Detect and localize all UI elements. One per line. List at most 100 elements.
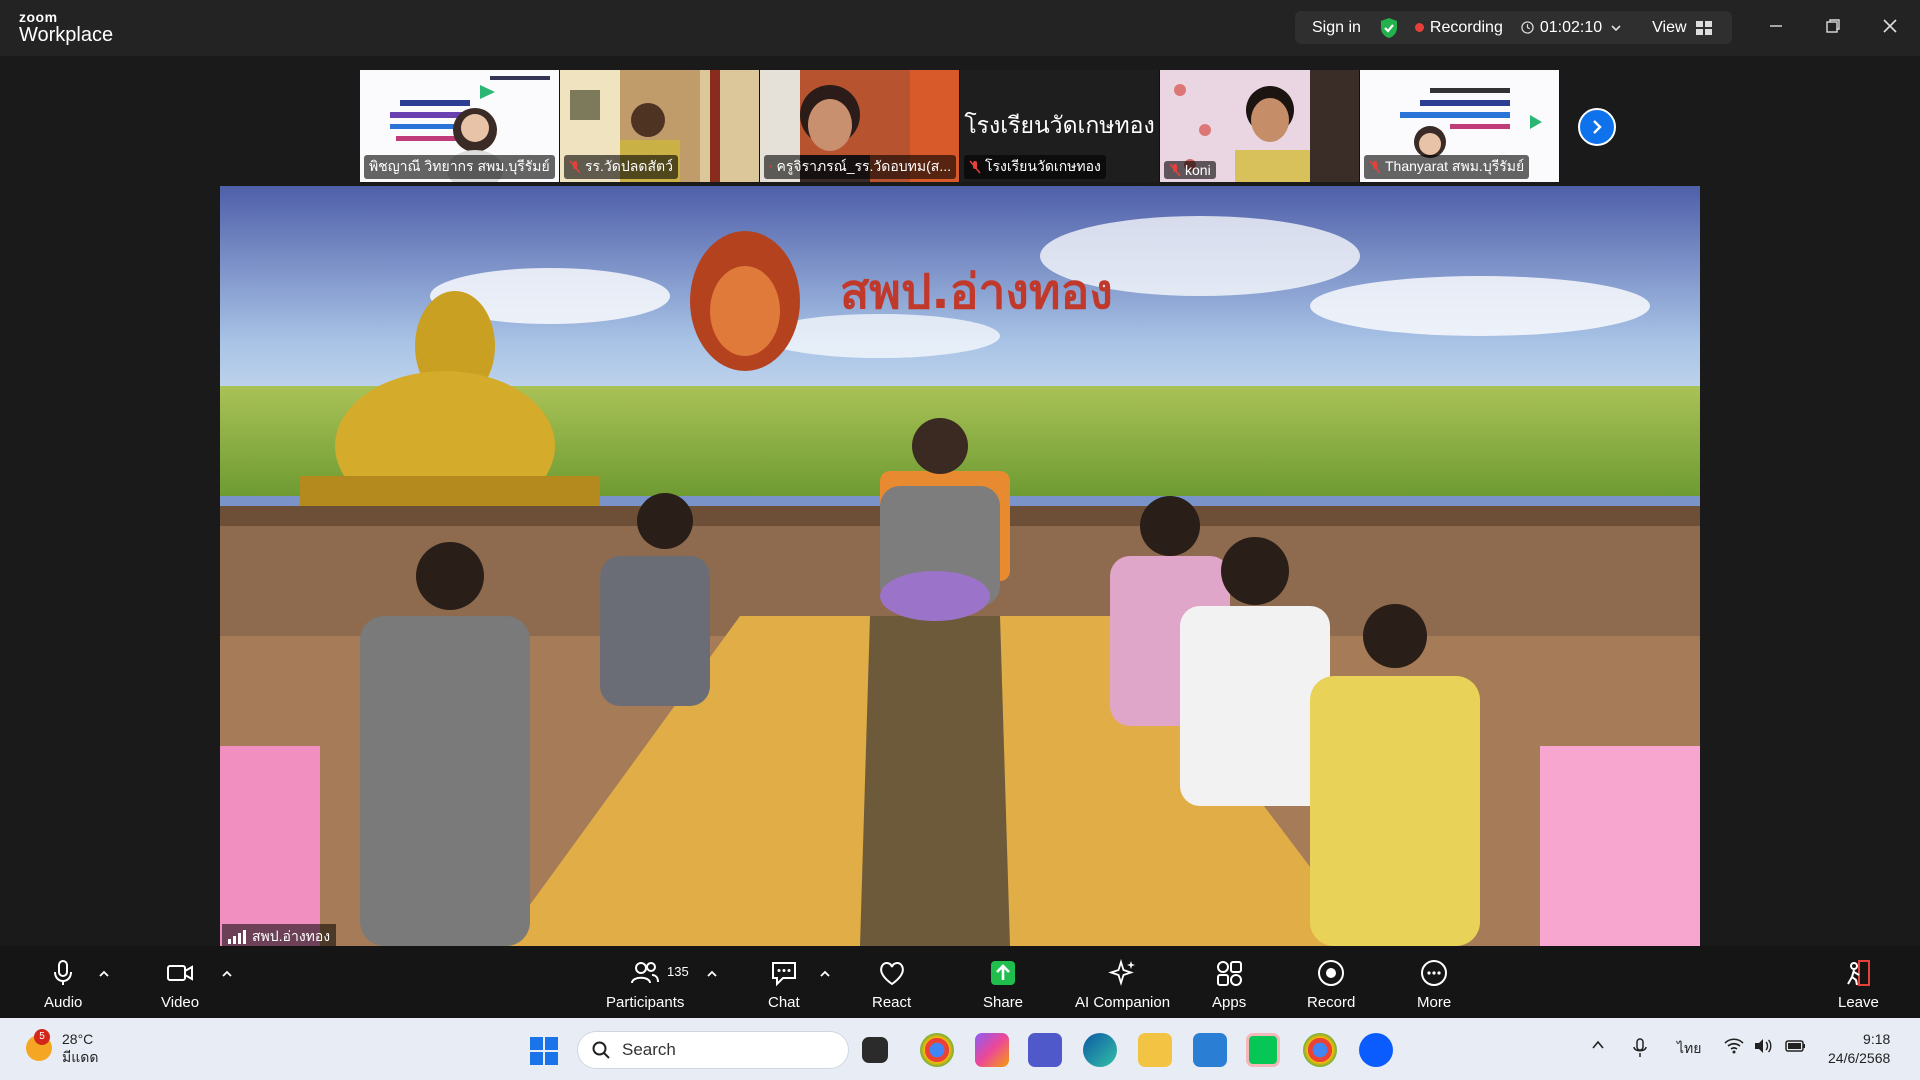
- weather-temp: 28°C: [62, 1031, 94, 1047]
- teams-icon[interactable]: [1028, 1033, 1062, 1067]
- participant-thumbnail[interactable]: koni: [1160, 70, 1360, 182]
- clock-time: 9:18: [1863, 1031, 1891, 1047]
- next-page-button[interactable]: [1578, 108, 1616, 146]
- language-indicator[interactable]: ไทย: [1677, 1038, 1701, 1060]
- participants-label: Participants: [606, 994, 685, 1011]
- participant-name: Thanyarat สพม.บุรีรัมย์: [1364, 155, 1530, 179]
- chrome-profile-icon[interactable]: [1303, 1033, 1337, 1067]
- apps-button[interactable]: Apps: [1212, 958, 1246, 1011]
- share-label: Share: [983, 994, 1024, 1011]
- participant-name-placeholder: โรงเรียนวัดเกษทอง: [964, 113, 1155, 139]
- close-button[interactable]: [1878, 14, 1902, 38]
- heart-icon: [879, 962, 904, 986]
- edge-icon[interactable]: [1083, 1033, 1117, 1067]
- apps-icon: [1217, 961, 1243, 986]
- chevron-right-icon: [1593, 120, 1602, 134]
- ai-companion-button[interactable]: AI Companion: [1075, 958, 1170, 1011]
- react-button[interactable]: React: [872, 958, 911, 1011]
- ai-companion-label: AI Companion: [1075, 994, 1171, 1011]
- video-button[interactable]: Video: [161, 958, 199, 1011]
- weather-badge: 5: [34, 1029, 50, 1045]
- zoom-app-icon[interactable]: [1359, 1033, 1393, 1067]
- chrome-icon[interactable]: [920, 1033, 954, 1067]
- line-app-icon[interactable]: [1246, 1033, 1280, 1067]
- wifi-icon[interactable]: [1724, 1038, 1744, 1054]
- chat-bubble-icon: [771, 962, 796, 987]
- share-button[interactable]: Share: [983, 958, 1023, 1011]
- participant-thumbnail[interactable]: โรงเรียนวัดเกษทอง โรงเรียนวัดเกษทอง: [960, 70, 1160, 182]
- file-explorer-icon[interactable]: [1138, 1033, 1172, 1067]
- search-placeholder: Search: [622, 1040, 676, 1059]
- video-label: Video: [161, 994, 200, 1011]
- windows-start-icon[interactable]: [529, 1036, 559, 1066]
- apps-label: Apps: [1212, 994, 1247, 1011]
- mic-muted-icon: [1369, 160, 1381, 174]
- record-label: Record: [1307, 994, 1356, 1011]
- participant-name: พิชญาณี วิทยากร สพม.บุรีรัมย์: [364, 155, 555, 179]
- date-time[interactable]: 9:18 24/6/2568: [1828, 1030, 1890, 1068]
- signal-strength-icon: [228, 930, 246, 944]
- microphone-icon: [54, 960, 73, 985]
- brand-zoom: zoom: [19, 9, 58, 25]
- security-shield-icon[interactable]: [1379, 17, 1399, 39]
- participant-thumbnail[interactable]: พิชญาณี วิทยากร สพม.บุรีรัมย์: [360, 70, 560, 182]
- task-view-icon[interactable]: [862, 1037, 888, 1063]
- chevron-down-icon[interactable]: [1610, 22, 1622, 34]
- chat-label: Chat: [768, 994, 800, 1011]
- microphone-tray-icon[interactable]: [1633, 1038, 1647, 1058]
- record-icon: [1318, 960, 1345, 986]
- participant-thumbnail[interactable]: รร.วัดปลดสัตว์: [560, 70, 760, 182]
- view-button[interactable]: View: [1652, 19, 1686, 37]
- title-bar: zoom Workplace Sign in Recording 01:02:1…: [0, 0, 1920, 56]
- participant-thumbnail[interactable]: ครูจิราภรณ์_รร.วัดอบทม(ส...: [760, 70, 960, 182]
- chat-options-chevron-icon[interactable]: [819, 968, 831, 980]
- sign-in-button[interactable]: Sign in: [1312, 19, 1361, 37]
- grid-view-icon[interactable]: [1695, 20, 1712, 35]
- participant-name: รร.วัดปลดสัตว์: [564, 155, 678, 179]
- search-icon: [592, 1041, 610, 1059]
- restore-button[interactable]: [1821, 14, 1845, 38]
- weather-widget[interactable]: 5 28°C มีแดด: [26, 1029, 99, 1066]
- video-options-chevron-icon[interactable]: [221, 968, 233, 980]
- chevron-up-icon[interactable]: [1591, 1038, 1605, 1052]
- taskbar-search-box[interactable]: Search: [577, 1031, 849, 1069]
- participants-options-chevron-icon[interactable]: [706, 968, 718, 980]
- more-dots-icon: [1421, 960, 1448, 986]
- battery-icon[interactable]: [1785, 1038, 1807, 1054]
- meeting-timer: 01:02:10: [1539, 18, 1603, 36]
- record-button[interactable]: Record: [1307, 958, 1355, 1011]
- more-button[interactable]: More: [1417, 958, 1451, 1011]
- participant-thumbnail[interactable]: Thanyarat สพม.บุรีรัมย์: [1360, 70, 1560, 182]
- mic-muted-icon: [969, 160, 981, 174]
- weather-desc: มีแดด: [62, 1049, 99, 1065]
- leave-label: Leave: [1838, 994, 1879, 1011]
- react-label: React: [872, 994, 912, 1011]
- more-label: More: [1417, 994, 1452, 1011]
- audio-button[interactable]: Audio: [44, 958, 82, 1011]
- mic-muted-icon: [769, 165, 773, 169]
- chat-button[interactable]: Chat: [768, 958, 800, 1011]
- volume-icon[interactable]: [1753, 1038, 1773, 1054]
- sparkle-icon: [1107, 958, 1135, 987]
- mic-muted-icon: [1169, 163, 1181, 177]
- main-video-feed[interactable]: สพป.อ่างทอง: [220, 186, 1700, 946]
- recording-dot-icon: [1414, 23, 1424, 32]
- leave-button[interactable]: Leave: [1838, 958, 1879, 1011]
- mic-muted-icon: [569, 160, 581, 174]
- room-banner-text: สพป.อ่างทอง: [840, 264, 1113, 320]
- windows-taskbar: 5 28°C มีแดด Search ไทย 9:18 24/6/2568: [0, 1018, 1920, 1080]
- share-screen-icon: [991, 961, 1016, 985]
- sun-icon: 5: [26, 1029, 52, 1061]
- minimize-button[interactable]: [1764, 14, 1788, 38]
- video-camera-icon: [167, 965, 194, 981]
- copilot-icon[interactable]: [975, 1033, 1009, 1067]
- participant-name: ครูจิราภรณ์_รร.วัดอบทม(ส...: [764, 155, 956, 179]
- participant-name: โรงเรียนวัดเกษทอง: [964, 155, 1106, 179]
- participants-icon: [631, 962, 660, 984]
- participant-name: koni: [1164, 161, 1216, 179]
- audio-options-chevron-icon[interactable]: [98, 968, 110, 980]
- participants-count: 135: [667, 964, 689, 979]
- mail-icon[interactable]: [1193, 1033, 1227, 1067]
- recording-status[interactable]: Recording: [1430, 19, 1503, 37]
- meeting-controls-toolbar: Audio Video Participants 135 Chat React …: [0, 946, 1920, 1018]
